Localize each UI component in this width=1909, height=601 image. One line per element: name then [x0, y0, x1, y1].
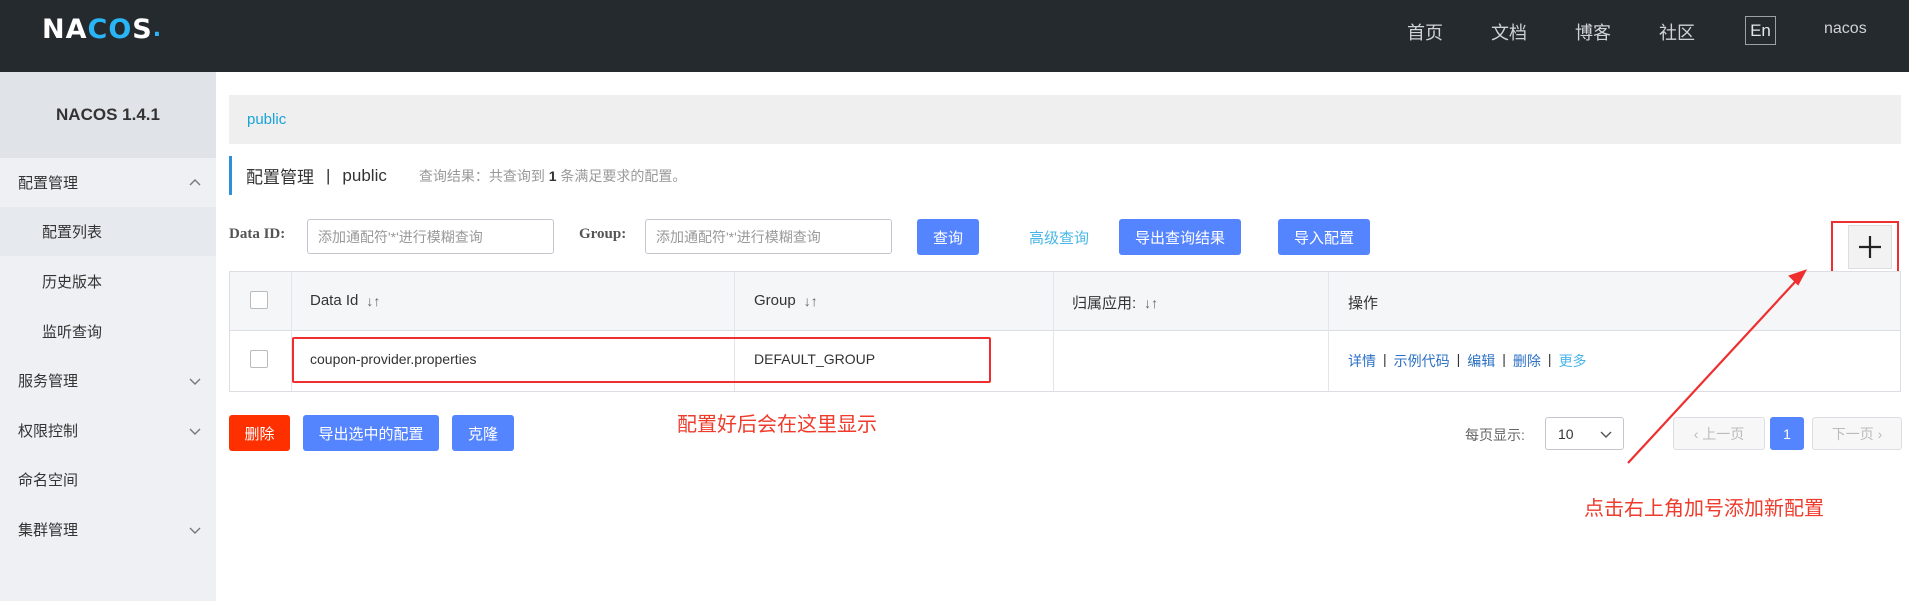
next-label: 下一页	[1831, 425, 1874, 442]
per-page-label: 每页显示:	[1465, 427, 1525, 443]
chevron-left-icon: ‹	[1693, 425, 1703, 442]
next-page-button[interactable]: 下一页 ›	[1812, 417, 1902, 450]
chevron-right-icon: ›	[1873, 425, 1883, 442]
chevron-down-icon	[1600, 431, 1612, 438]
page-size-value: 10	[1558, 425, 1574, 442]
annotation-arrow	[1627, 269, 1808, 464]
page-size-select[interactable]: 10	[1545, 417, 1624, 450]
page-1-button[interactable]: 1	[1770, 417, 1804, 450]
prev-label: 上一页	[1702, 425, 1745, 442]
prev-page-button[interactable]: ‹ 上一页	[1673, 417, 1765, 450]
